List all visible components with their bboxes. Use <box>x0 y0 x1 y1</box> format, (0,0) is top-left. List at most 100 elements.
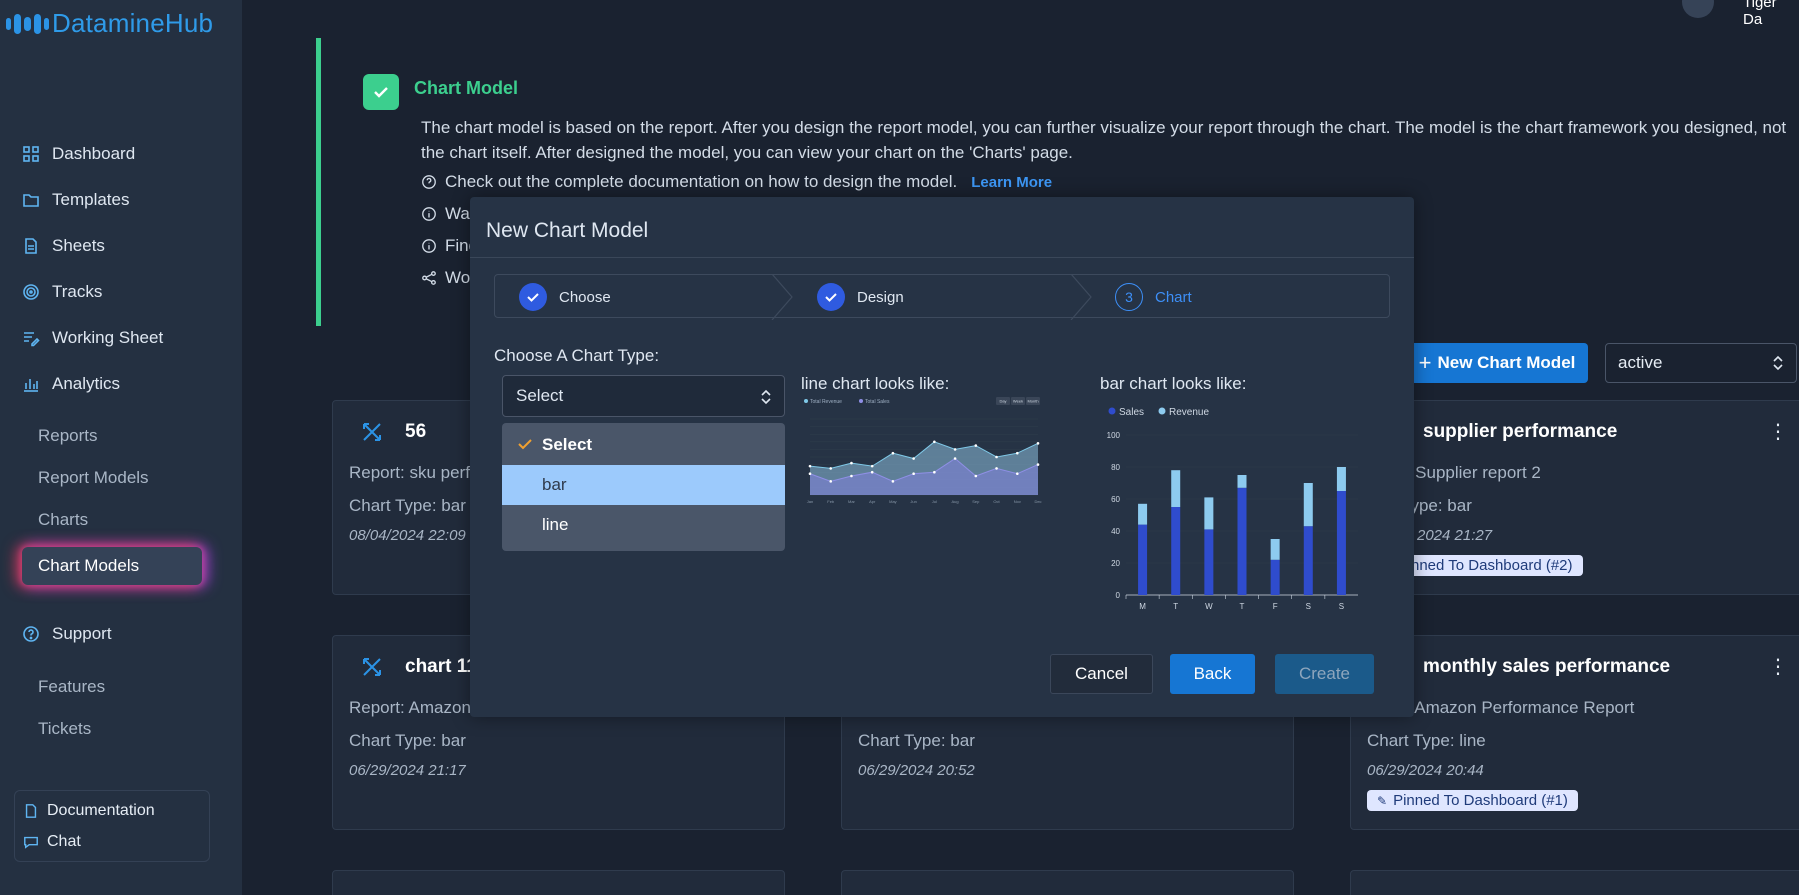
y-tick-label: 20 <box>1111 559 1120 568</box>
data-point <box>912 472 915 476</box>
tools-icon <box>363 423 381 441</box>
sidebar-item-tracks[interactable]: Tracks <box>22 282 102 302</box>
sidebar-item-chart-models[interactable]: Chart Models <box>22 547 202 585</box>
data-point <box>829 467 833 470</box>
step-design[interactable]: Design <box>817 275 904 319</box>
sidebar-item-chat[interactable]: Chat <box>23 833 81 851</box>
settings-avatar-icon[interactable] <box>1682 0 1714 18</box>
bar <box>1336 467 1346 491</box>
bar <box>1204 497 1214 530</box>
sidebar-item-features[interactable]: Features <box>38 677 105 697</box>
x-tick-label: Sep <box>972 499 980 504</box>
chart-model-card[interactable] <box>332 870 785 895</box>
brand-logo[interactable]: DatamineHub <box>6 8 213 39</box>
pinned-badge: nned To Dashboard (#2) <box>1401 555 1583 576</box>
sidebar-item-label: Tracks <box>52 282 103 301</box>
sidebar-item-charts[interactable]: Charts <box>38 510 88 530</box>
tools-icon <box>363 658 381 676</box>
card-chart-type: Chart Type: line <box>1367 731 1486 750</box>
x-tick-label: F <box>1273 602 1278 611</box>
y-tick-label: 60 <box>1111 495 1120 504</box>
data-point <box>808 472 812 476</box>
status-select[interactable]: active <box>1605 343 1797 383</box>
plus-icon: + <box>1418 350 1432 375</box>
sidebar-item-analytics[interactable]: Analytics <box>22 374 120 394</box>
sidebar-item-working-sheet[interactable]: Working Sheet <box>22 328 163 348</box>
y-tick-label: 100 <box>1107 431 1121 440</box>
chart-model-card[interactable] <box>1350 870 1799 895</box>
folder-icon <box>23 194 39 207</box>
step-choose[interactable]: Choose <box>519 275 611 319</box>
sidebar-item-tickets[interactable]: Tickets <box>38 719 91 739</box>
check-icon <box>817 283 845 311</box>
range-button-label: Week <box>1013 399 1023 404</box>
option-line[interactable]: line <box>502 505 785 545</box>
option-bar[interactable]: bar <box>502 465 785 505</box>
sidebar-item-support[interactable]: Support <box>22 624 112 644</box>
learn-more-link[interactable]: Learn More <box>971 174 1052 191</box>
y-tick-label: 40 <box>1111 527 1120 536</box>
banner-title: Chart Model <box>414 78 519 98</box>
step-chart[interactable]: 3 Chart <box>1115 275 1192 319</box>
step-number: 3 <box>1115 283 1143 311</box>
sidebar-item-dashboard[interactable]: Dashboard <box>22 144 135 164</box>
x-tick-label: Jun <box>910 499 916 504</box>
bar <box>1138 503 1148 525</box>
sidebar-item-label: Analytics <box>52 374 121 393</box>
range-button-label: Month <box>1027 399 1038 404</box>
user-name[interactable]: Tiger Da <box>1743 0 1799 28</box>
logo-mark-icon <box>6 13 49 34</box>
x-tick-label: Mar <box>848 499 856 504</box>
bar-preview-label: bar chart looks like: <box>1100 374 1247 393</box>
legend-label: Total Revenue <box>810 399 842 405</box>
card-title: chart 11 <box>405 656 477 677</box>
card-report: Report: sku perf <box>349 463 470 482</box>
sidebar-item-reports[interactable]: Reports <box>38 426 98 446</box>
data-point <box>891 480 895 483</box>
chart-model-card[interactable]: supplier performance t: Supplier report … <box>1350 400 1799 595</box>
back-button[interactable]: Back <box>1170 654 1255 694</box>
bar <box>1138 524 1148 595</box>
option-select[interactable]: Select <box>502 425 785 465</box>
check-icon <box>363 74 399 110</box>
sidebar-item-templates[interactable]: Templates <box>22 190 129 210</box>
data-point <box>850 474 853 478</box>
banner-line-warning: War <box>421 204 476 224</box>
card-title: supplier performance <box>1423 421 1618 442</box>
sidebar-item-label: Dashboard <box>52 144 136 163</box>
sidebar-item-label: Working Sheet <box>52 328 164 347</box>
more-vertical-icon[interactable]: ⋮ <box>1768 654 1788 679</box>
line-chart-preview: Total Revenue Total Sales Day Week Month Jan F… <box>804 397 1042 504</box>
legend-label: Sales <box>1119 407 1144 418</box>
chevron-updown-icon <box>1773 355 1783 371</box>
new-chart-model-button[interactable]: + New Chart Model <box>1406 343 1588 383</box>
data-point <box>953 448 957 451</box>
data-point <box>850 461 853 465</box>
more-vertical-icon[interactable]: ⋮ <box>1768 419 1788 444</box>
sidebar-item-label: Sheets <box>52 236 105 255</box>
dialog-title: New Chart Model <box>486 219 649 242</box>
x-tick-label: Jan <box>807 499 813 504</box>
bar <box>1171 507 1181 595</box>
bar <box>1204 529 1214 595</box>
data-point <box>933 470 936 474</box>
chart-model-card[interactable] <box>841 870 1294 895</box>
chart-model-card[interactable]: monthly sales performance t: Amazon Perf… <box>1350 635 1799 830</box>
info-icon <box>422 239 436 253</box>
sidebar-item-label: Chat <box>47 833 81 850</box>
sidebar-item-documentation[interactable]: Documentation <box>23 802 155 820</box>
bar <box>1270 539 1280 560</box>
data-point <box>995 455 998 459</box>
sidebar-item-sheets[interactable]: Sheets <box>22 236 105 256</box>
x-tick-label: Oct <box>993 499 1000 504</box>
cancel-button[interactable]: Cancel <box>1050 654 1153 694</box>
new-chart-model-dialog: New Chart Model Choose Design 3 Chart Ch… <box>470 197 1414 717</box>
card-report: Report: Amazon <box>349 698 471 717</box>
sidebar-item-report-models[interactable]: Report Models <box>38 468 149 488</box>
chart-type-select[interactable]: Select <box>502 375 785 417</box>
sidebar-item-label: Documentation <box>47 802 155 819</box>
data-point <box>1015 451 1019 455</box>
create-button[interactable]: Create <box>1275 654 1374 694</box>
card-chart-type: Chart Type: bar <box>349 731 466 750</box>
card-date: 08/04/2024 22:09 <box>349 527 466 544</box>
